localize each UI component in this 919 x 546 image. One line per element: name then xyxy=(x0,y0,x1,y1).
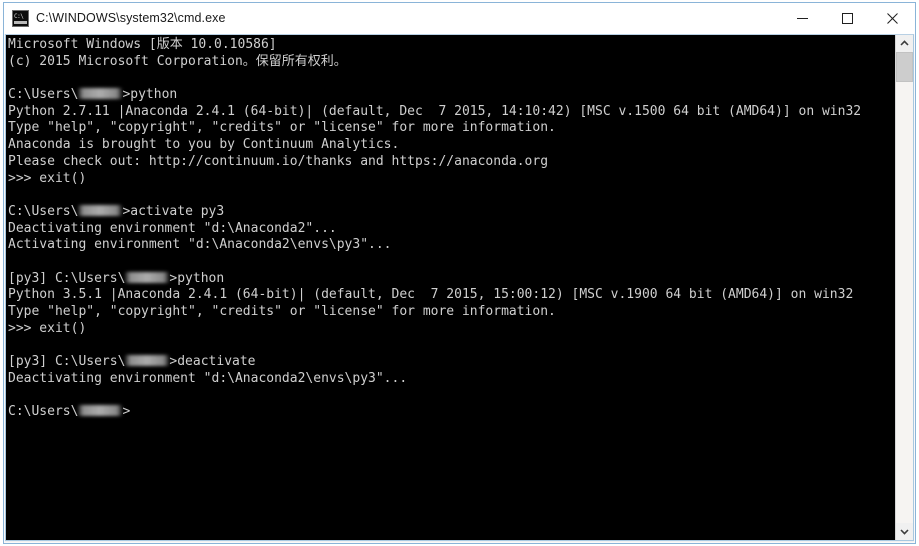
scroll-down-button[interactable] xyxy=(896,523,913,540)
console-line: [py3] C:\Users\ >deactivate xyxy=(8,354,256,370)
console-line: Deactivating environment "d:\Anaconda2".… xyxy=(8,220,337,236)
minimize-icon xyxy=(797,17,808,19)
console-line: Type "help", "copyright", "credits" or "… xyxy=(8,120,556,136)
console-line: C:\Users\ >python xyxy=(8,87,178,103)
console-line: Activating environment "d:\Anaconda2\env… xyxy=(8,237,392,253)
maximize-icon xyxy=(842,12,853,24)
redacted-username xyxy=(78,405,123,417)
console-text: Microsoft Windows [版本 10.0.10586] (c) 201… xyxy=(8,37,895,421)
console-line: Deactivating environment "d:\Anaconda2\e… xyxy=(8,370,408,386)
redacted-username xyxy=(78,88,123,100)
console-line: >>> exit() xyxy=(8,320,87,336)
console-line: Type "help", "copyright", "credits" or "… xyxy=(8,304,556,319)
redacted-username xyxy=(125,355,170,367)
console-line: Python 2.7.11 |Anaconda 2.4.1 (64-bit)| … xyxy=(8,103,862,119)
scrollbar-track[interactable] xyxy=(896,52,913,523)
minimize-button[interactable] xyxy=(780,3,825,33)
window-title: C:\WINDOWS\system32\cmd.exe xyxy=(36,11,226,25)
chevron-up-icon xyxy=(900,40,909,46)
scrollbar-thumb[interactable] xyxy=(896,52,913,82)
cmd-window: C:\WINDOWS\system32\cmd.exe Micr xyxy=(3,2,916,544)
maximize-button[interactable] xyxy=(825,3,870,33)
console-line: >>> exit() xyxy=(8,170,87,186)
console-line: [py3] C:\Users\ >python xyxy=(8,270,225,286)
console-line: Please check out: http://continuum.io/th… xyxy=(8,153,549,169)
console-client-area: Microsoft Windows [版本 10.0.10586] (c) 201… xyxy=(5,34,914,541)
console-output[interactable]: Microsoft Windows [版本 10.0.10586] (c) 201… xyxy=(6,35,895,540)
close-icon xyxy=(887,12,898,24)
scroll-up-button[interactable] xyxy=(896,35,913,52)
console-line: Anaconda is brought to you by Continuum … xyxy=(8,137,400,153)
redacted-username xyxy=(78,204,123,216)
console-line: (c) 2015 Microsoft Corporation。保留所有权利。 xyxy=(8,53,347,69)
console-line: C:\Users\ > xyxy=(8,404,131,420)
redacted-username xyxy=(125,271,170,283)
console-line: C:\Users\ >activate py3 xyxy=(8,203,225,219)
close-button[interactable] xyxy=(870,3,915,33)
console-line: Microsoft Windows [版本 10.0.10586] xyxy=(8,37,277,52)
vertical-scrollbar[interactable] xyxy=(895,35,913,540)
cmd-console-icon xyxy=(12,9,29,27)
title-bar[interactable]: C:\WINDOWS\system32\cmd.exe xyxy=(4,3,915,34)
console-line: Python 3.5.1 |Anaconda 2.4.1 (64-bit)| (… xyxy=(8,287,854,303)
chevron-down-icon xyxy=(900,529,909,535)
window-controls xyxy=(780,3,915,33)
